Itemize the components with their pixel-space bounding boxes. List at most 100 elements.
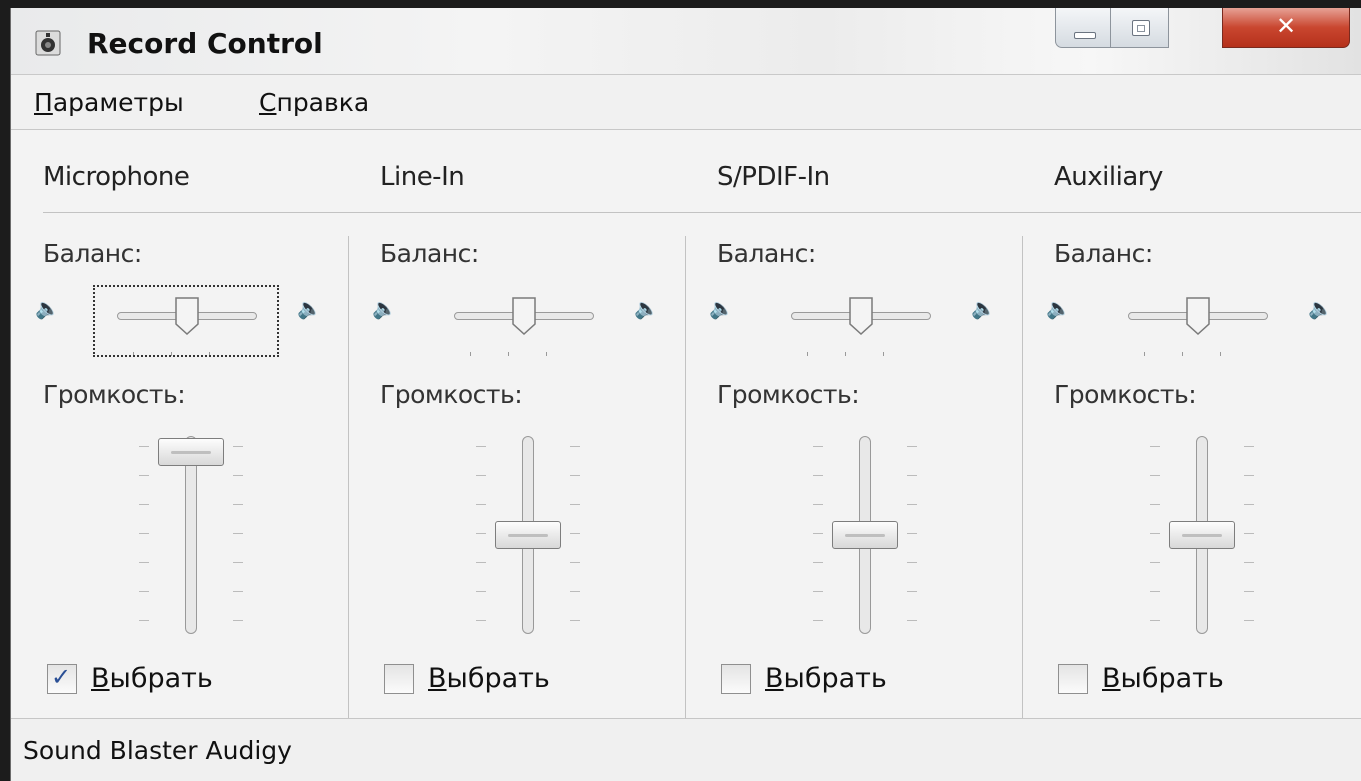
volume-slider-thumb[interactable] — [832, 521, 898, 549]
check-icon: ✓ — [51, 663, 72, 691]
volume-tick — [1150, 446, 1160, 447]
select-checkbox[interactable] — [384, 664, 414, 694]
balance-label: Баланс: — [380, 239, 479, 268]
volume-label: Громкость: — [380, 380, 523, 409]
channel-name: Auxiliary — [1054, 162, 1163, 192]
balance-tick — [546, 352, 547, 356]
volume-tick — [1150, 620, 1160, 621]
select-checkbox[interactable]: ✓ — [47, 663, 77, 694]
menu-parameters[interactable]: Параметры — [34, 88, 184, 117]
volume-tick — [1150, 562, 1160, 563]
volume-tick — [570, 475, 580, 476]
volume-tick — [476, 562, 486, 563]
volume-tick — [139, 562, 149, 563]
speaker-app-icon — [35, 30, 61, 56]
volume-tick — [813, 475, 823, 476]
volume-tick — [907, 446, 917, 447]
volume-tick — [476, 446, 486, 447]
volume-tick — [1244, 533, 1254, 534]
volume-tick — [1244, 562, 1254, 563]
balance-slider-thumb[interactable] — [1185, 296, 1211, 336]
volume-tick — [813, 446, 823, 447]
balance-tick — [1144, 352, 1145, 356]
volume-tick — [907, 562, 917, 563]
volume-tick — [813, 562, 823, 563]
balance-tick — [470, 352, 471, 356]
volume-tick — [1244, 504, 1254, 505]
volume-tick — [233, 533, 243, 534]
balance-tick — [508, 352, 509, 356]
minimize-button[interactable] — [1055, 8, 1111, 48]
status-bar: Sound Blaster Audigy — [11, 718, 1361, 781]
menu-bar: Параметры Справка — [11, 75, 1361, 130]
close-button[interactable]: ✕ — [1222, 8, 1350, 48]
volume-tick — [813, 620, 823, 621]
volume-tick — [1244, 620, 1254, 621]
volume-tick — [476, 504, 486, 505]
balance-tick — [883, 352, 884, 356]
balance-label: Баланс: — [43, 239, 142, 268]
balance-slider-thumb[interactable] — [511, 296, 537, 336]
select-label[interactable]: Выбрать — [765, 663, 887, 694]
volume-tick — [476, 475, 486, 476]
close-icon: ✕ — [1275, 12, 1297, 40]
balance-label: Баланс: — [1054, 239, 1153, 268]
volume-tick — [139, 504, 149, 505]
volume-tick — [476, 591, 486, 592]
balance-tick — [845, 352, 846, 356]
volume-tick — [570, 533, 580, 534]
menu-help[interactable]: Справка — [259, 88, 369, 117]
volume-tick — [813, 533, 823, 534]
focus-indicator — [93, 285, 279, 357]
volume-tick — [907, 504, 917, 505]
volume-tick — [813, 504, 823, 505]
volume-slider-thumb[interactable] — [158, 438, 224, 466]
volume-label: Громкость: — [1054, 380, 1197, 409]
volume-tick — [233, 446, 243, 447]
volume-tick — [907, 533, 917, 534]
volume-tick — [233, 562, 243, 563]
maximize-icon — [1132, 20, 1150, 36]
speaker-left-icon: 🔈 — [1046, 296, 1071, 320]
volume-label: Громкость: — [43, 380, 186, 409]
record-control-window: Record Control ✕ Параметры Справка Micro… — [10, 8, 1361, 781]
channels-panel: Microphone Баланс: 🔈 🔈 Громкость: ✓ Выбрать Lin… — [11, 130, 1361, 720]
volume-tick — [1150, 533, 1160, 534]
select-label[interactable]: Выбрать — [91, 663, 213, 694]
volume-tick — [1244, 475, 1254, 476]
speaker-left-icon: 🔈 — [372, 296, 397, 320]
volume-tick — [139, 446, 149, 447]
volume-label: Громкость: — [717, 380, 860, 409]
volume-tick — [476, 620, 486, 621]
volume-slider-thumb[interactable] — [1169, 521, 1235, 549]
minimize-icon — [1074, 32, 1096, 39]
window-title: Record Control — [87, 27, 323, 60]
volume-tick — [570, 446, 580, 447]
select-label[interactable]: Выбрать — [1102, 663, 1224, 694]
balance-tick — [807, 352, 808, 356]
speaker-right-icon: 🔈 — [634, 296, 659, 320]
channel-strip: Microphone Баланс: 🔈 🔈 Громкость: ✓ Выбрать — [11, 130, 348, 718]
volume-tick — [1244, 446, 1254, 447]
volume-tick — [907, 591, 917, 592]
maximize-button[interactable] — [1110, 8, 1169, 48]
select-checkbox[interactable] — [721, 664, 751, 694]
volume-tick — [907, 620, 917, 621]
title-bar[interactable]: Record Control ✕ — [11, 8, 1361, 75]
channel-strip: Line-In Баланс: 🔈 🔈 Громкость: Выбрать — [348, 130, 685, 718]
volume-tick — [233, 591, 243, 592]
balance-tick — [1220, 352, 1221, 356]
volume-tick — [570, 504, 580, 505]
channel-name: Line-In — [380, 162, 465, 192]
volume-tick — [139, 533, 149, 534]
volume-tick — [1150, 504, 1160, 505]
volume-tick — [233, 504, 243, 505]
channel-strip: Auxiliary Баланс: 🔈 🔈 Громкость: Выбрать — [1022, 130, 1359, 718]
channel-strip: S/PDIF-In Баланс: 🔈 🔈 Громкость: Выбрать — [685, 130, 1022, 718]
select-checkbox[interactable] — [1058, 664, 1088, 694]
select-label[interactable]: Выбрать — [428, 663, 550, 694]
volume-tick — [1150, 591, 1160, 592]
volume-slider-thumb[interactable] — [495, 521, 561, 549]
balance-slider-thumb[interactable] — [848, 296, 874, 336]
volume-tick — [139, 591, 149, 592]
